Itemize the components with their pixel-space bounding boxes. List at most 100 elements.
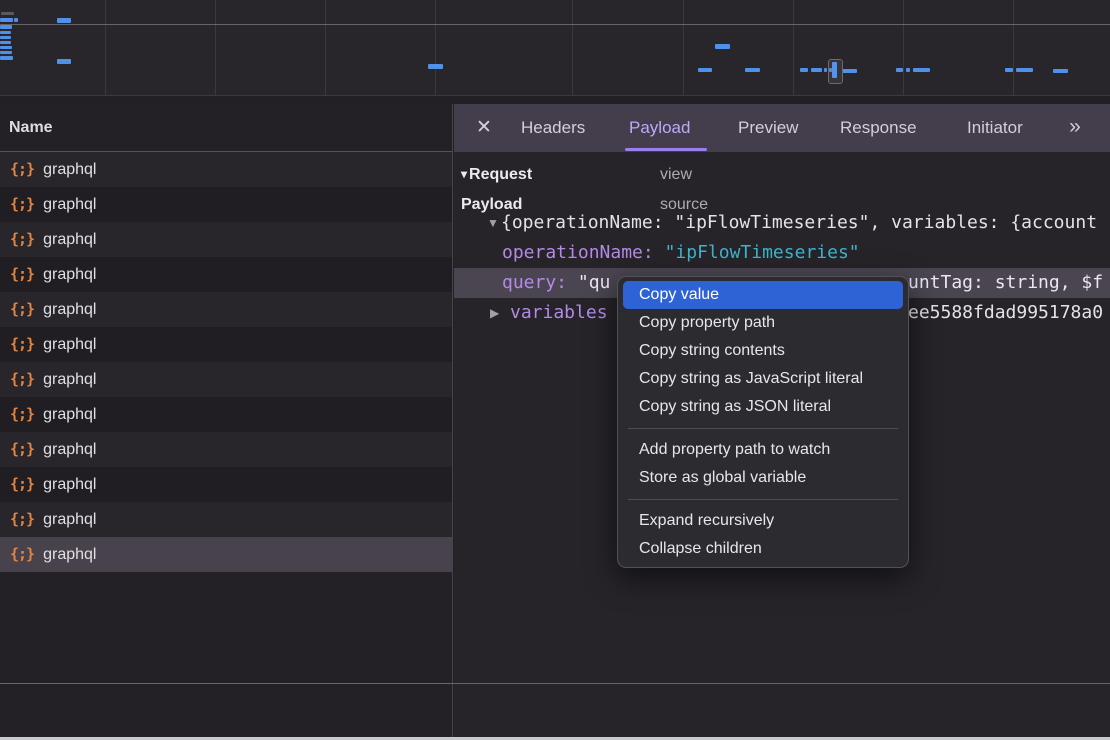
request-name: graphql [43, 292, 96, 327]
menu-item-copy-string-as-javascript-literal[interactable]: Copy string as JavaScript literal [623, 365, 903, 393]
timeline-request-bar [0, 36, 11, 39]
timeline-gridline [683, 0, 684, 103]
request-row[interactable]: {;}graphql [0, 502, 452, 537]
menu-item-copy-string-as-json-literal[interactable]: Copy string as JSON literal [623, 393, 903, 421]
expanded-triangle-icon[interactable]: ▼ [487, 208, 499, 238]
menu-item-expand-recursively[interactable]: Expand recursively [623, 507, 903, 535]
timeline-request-bar [0, 31, 11, 34]
timeline-substrip [0, 95, 1110, 104]
tab-initiator[interactable]: Initiator [967, 104, 1023, 152]
timeline-request-bar [715, 44, 730, 49]
json-braces-icon: {;} [10, 222, 34, 257]
timeline-request-bar [698, 68, 712, 72]
request-row[interactable]: {;}graphql [0, 257, 452, 292]
timeline-gridline [215, 0, 216, 103]
close-icon[interactable]: ✕ [471, 104, 497, 152]
property-key: query: [502, 272, 578, 293]
payload-root-row[interactable]: ▼ {operationName: "ipFlowTimeseries", va… [454, 208, 1110, 238]
menu-separator [628, 428, 898, 429]
menu-item-store-as-global-variable[interactable]: Store as global variable [623, 464, 903, 492]
timeline-request-bar [745, 68, 760, 72]
request-name: graphql [43, 397, 96, 432]
request-name: graphql [43, 467, 96, 502]
details-summary-bar [454, 684, 1110, 737]
request-name: graphql [43, 152, 96, 187]
timeline-gridline [105, 0, 106, 103]
request-row[interactable]: {;} graphql [0, 362, 452, 397]
timeline-request-bar [842, 69, 857, 73]
context-menu: Copy valueCopy property pathCopy string … [617, 276, 909, 568]
json-braces-icon: {;} [10, 362, 34, 397]
timeline-request-bar [0, 51, 12, 54]
json-braces-icon: {;} [10, 467, 34, 502]
timeline-gridline [903, 0, 904, 103]
property-key: variables [510, 298, 608, 328]
tab-response[interactable]: Response [840, 104, 917, 152]
timeline-request-bar [428, 64, 443, 69]
request-row[interactable]: {;} graphql [0, 222, 452, 257]
menu-item-copy-string-contents[interactable]: Copy string contents [623, 337, 903, 365]
collapse-triangle-icon: ▾ [461, 167, 467, 181]
request-name: graphql [43, 432, 96, 467]
request-name: graphql [43, 222, 96, 257]
timeline-gray-bar [1, 12, 14, 15]
name-column-header[interactable]: Name [0, 104, 452, 152]
tab-headers[interactable]: Headers [521, 104, 585, 152]
request-row[interactable]: {;}graphql [0, 432, 452, 467]
timeline-request-bar [0, 41, 11, 44]
request-name: graphql [43, 362, 96, 397]
request-row[interactable]: {;} graphql [0, 187, 452, 222]
menu-item-add-property-path-to-watch[interactable]: Add property path to watch [623, 436, 903, 464]
timeline-gridline [435, 0, 436, 103]
more-tabs-icon[interactable]: » [1059, 104, 1089, 152]
timeline-request-bar [906, 68, 910, 72]
request-name: graphql [43, 502, 96, 537]
timeline-request-bar [896, 68, 903, 72]
request-list-panel: Name {;} graphql {;} graphql {;} graphql {;} gr… [0, 104, 453, 683]
active-tab-underline [625, 148, 707, 151]
timeline-request-bar [57, 59, 71, 64]
timeline-gridline [572, 0, 573, 103]
request-name: graphql [43, 187, 96, 222]
timeline-request-bar [1016, 68, 1033, 72]
timeline-request-bar [57, 18, 71, 23]
request-row[interactable]: {;} graphql [0, 327, 452, 362]
json-braces-icon: {;} [10, 537, 34, 572]
network-overview-timeline[interactable] [0, 0, 1110, 104]
timeline-hgridline [0, 24, 1110, 25]
devtools-network-panel: Name {;} graphql {;} graphql {;} graphql {;} gr… [0, 0, 1110, 740]
property-key: operationName: [502, 242, 665, 263]
payload-root-preview: {operationName: "ipFlowTimeseries", vari… [501, 208, 1097, 238]
timeline-request-bar [1053, 69, 1068, 73]
timeline-request-bar [0, 18, 13, 22]
collapsed-triangle-icon[interactable]: ▶ [490, 298, 499, 328]
json-braces-icon: {;} [10, 292, 34, 327]
timeline-marker-bar [832, 62, 837, 78]
timeline-gridline [1013, 0, 1014, 103]
request-name: graphql [43, 537, 96, 572]
property-value-right: untTag: string, $f [908, 268, 1103, 298]
request-row[interactable]: {;} graphql [0, 467, 452, 502]
request-row[interactable]: {;} graphql [0, 397, 452, 432]
operation-name-row[interactable]: operationName: "ipFlowTimeseries" [454, 238, 1110, 268]
request-row[interactable]: {;} graphql [0, 537, 452, 572]
request-row[interactable]: {;} graphql [0, 292, 452, 327]
tab-payload[interactable]: Payload [629, 104, 690, 152]
json-braces-icon: {;} [10, 397, 34, 432]
request-row[interactable]: {;}graphql [0, 152, 452, 187]
timeline-request-bar [800, 68, 808, 72]
property-value: "ipFlowTimeseries" [665, 242, 860, 263]
timeline-request-bar [0, 25, 12, 29]
menu-item-collapse-children[interactable]: Collapse children [623, 535, 903, 563]
menu-separator [628, 499, 898, 500]
property-value-right: ee5588fdad995178a0 [908, 298, 1103, 328]
request-name: graphql [43, 327, 96, 362]
timeline-request-bar [0, 56, 13, 60]
timeline-request-bar [14, 18, 18, 22]
json-braces-icon: {;} [10, 327, 34, 362]
tab-preview[interactable]: Preview [738, 104, 798, 152]
json-braces-icon: {;} [10, 187, 34, 222]
menu-item-copy-property-path[interactable]: Copy property path [623, 309, 903, 337]
request-name: graphql [43, 257, 96, 292]
menu-item-copy-value[interactable]: Copy value [623, 281, 903, 309]
